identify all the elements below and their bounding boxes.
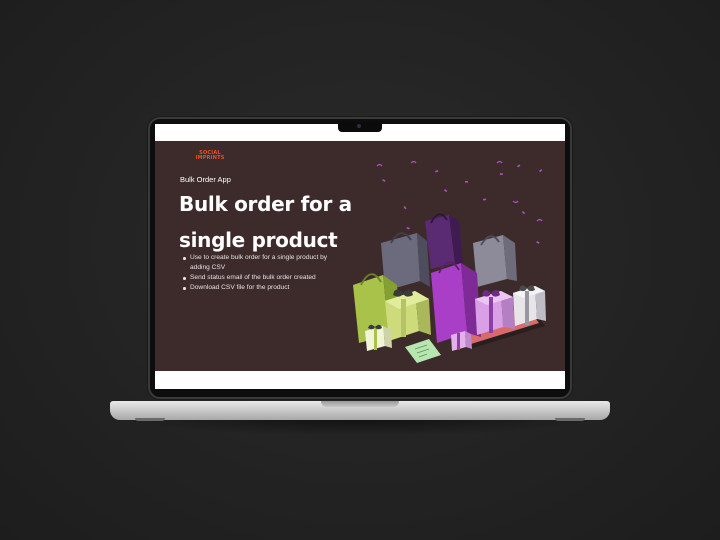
hero-banner: SOCIAL IMPRINTS Bulk Order App Bulk orde… (155, 141, 565, 371)
brand-logo-line2: IMPRINTS (195, 155, 225, 161)
shopping-gifts-illustration (353, 160, 546, 363)
brand-logo: SOCIAL IMPRINTS (193, 151, 227, 161)
laptop-foot-right (555, 418, 585, 421)
feature-list: Use to create bulk order for a single pr… (183, 253, 333, 293)
feature-item: Send status email of the bulk order crea… (183, 273, 333, 283)
device-mockup: SOCIAL IMPRINTS Bulk Order App Bulk orde… (0, 0, 720, 540)
laptop-hinge-notch (321, 401, 399, 407)
camera-icon (357, 124, 361, 128)
feature-item: Use to create bulk order for a single pr… (183, 253, 333, 273)
feature-item: Download CSV file for the product (183, 283, 333, 293)
laptop-screen: SOCIAL IMPRINTS Bulk Order App Bulk orde… (155, 124, 565, 389)
app-label: Bulk Order App (180, 175, 231, 184)
page-title: Bulk order for a single product (179, 192, 352, 252)
laptop-foot-left (135, 418, 165, 421)
